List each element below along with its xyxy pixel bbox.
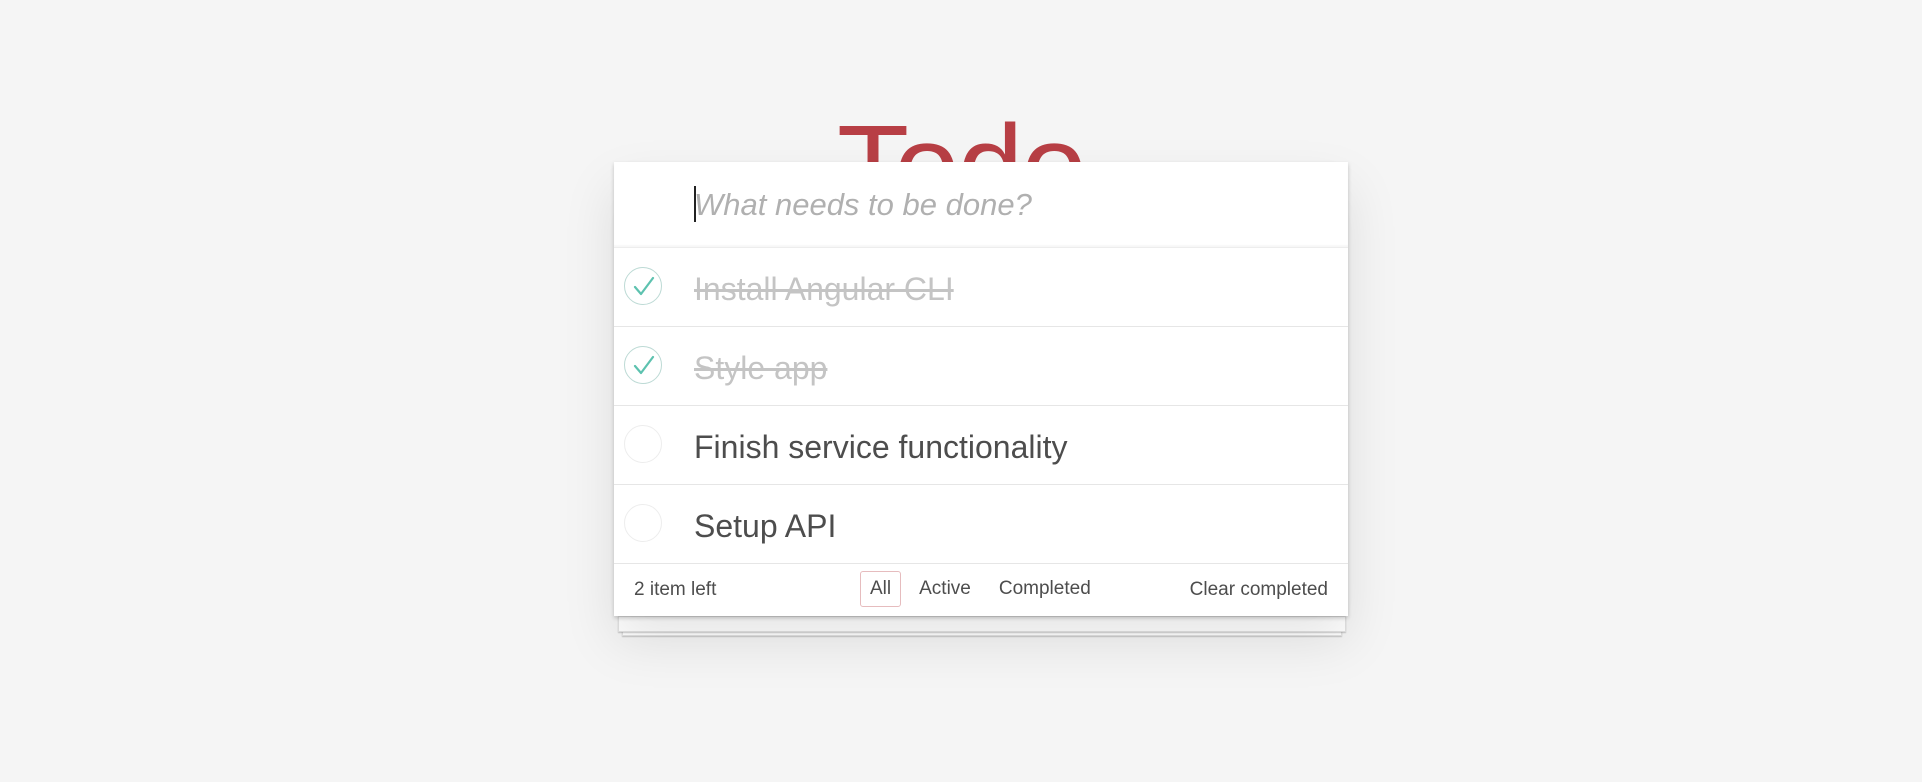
text-caret	[694, 186, 696, 222]
todo-item: Style app	[614, 327, 1348, 406]
todo-footer: 2 item left All Active Completed Clear c…	[614, 564, 1348, 616]
filter-active[interactable]: Active	[909, 571, 981, 607]
checkmark-icon	[633, 276, 655, 296]
filter-completed[interactable]: Completed	[989, 571, 1101, 607]
todo-toggle[interactable]	[624, 346, 662, 384]
filter-all[interactable]: All	[860, 571, 902, 607]
todo-item: Setup API	[614, 485, 1348, 564]
todo-list: Install Angular CLI Style app Finish ser…	[614, 248, 1348, 564]
new-todo-input[interactable]	[694, 180, 1314, 230]
todo-label[interactable]: Finish service functionality	[694, 429, 1067, 465]
items-left-count: 2 item left	[634, 579, 717, 600]
todo-label[interactable]: Style app	[694, 350, 827, 386]
todo-toggle[interactable]	[624, 425, 662, 463]
new-todo-row	[614, 162, 1348, 248]
todo-label[interactable]: Install Angular CLI	[694, 271, 954, 307]
todo-app: Install Angular CLI Style app Finish ser…	[614, 162, 1348, 616]
stack-shadow-layer	[618, 616, 1346, 632]
filter-list: All Active Completed	[860, 571, 1101, 607]
todo-label[interactable]: Setup API	[694, 508, 836, 544]
todo-item: Finish service functionality	[614, 406, 1348, 485]
clear-completed-button[interactable]: Clear completed	[1190, 579, 1328, 601]
todo-item: Install Angular CLI	[614, 248, 1348, 327]
checkmark-icon	[633, 355, 655, 375]
todo-toggle[interactable]	[624, 267, 662, 305]
todo-toggle[interactable]	[624, 504, 662, 542]
